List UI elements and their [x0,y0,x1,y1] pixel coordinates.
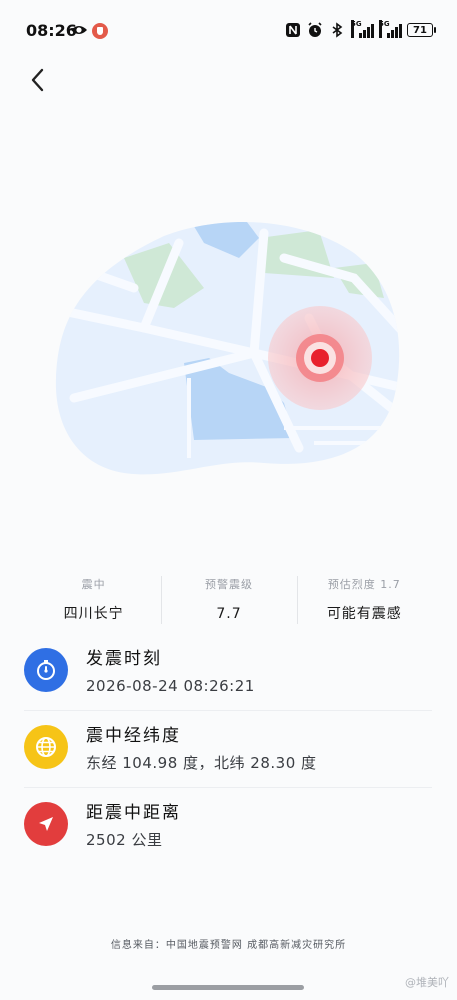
stopwatch-icon [24,648,68,692]
home-indicator[interactable] [152,985,304,990]
data-source: 信息来自：中国地震预警网 成都高新减灾研究所 [110,940,347,951]
list-item-coordinates: 震中经纬度 东经 104.98 度，北纬 28.30 度 [24,711,432,788]
chevron-left-icon [31,68,44,92]
quake-summary: 震中 四川长宁 预警震级 7.7 预估烈度 1.7 可能有震感 [26,576,432,626]
battery-icon: 71 [407,23,436,37]
magnitude-label: 预警震级 [204,578,253,591]
shield-icon [92,23,108,39]
intensity-col: 预估烈度 1.7 可能有震感 [296,576,432,626]
status-bar: 08:26 5G 5G 71 [0,0,457,60]
signal-icon-2: 5G [379,20,402,38]
nfc-icon [286,23,300,37]
epicenter-label: 震中 [81,578,106,591]
epicenter-dot [311,349,329,367]
distance-title: 距震中距离 [86,803,181,823]
distance-value: 2502 公里 [86,831,163,849]
alarm-icon [308,22,322,37]
coordinates-title: 震中经纬度 [86,726,181,746]
eye-icon [71,26,87,34]
coordinates-value: 东经 104.98 度，北纬 28.30 度 [86,754,317,772]
globe-icon [24,725,68,769]
epicenter-value: 四川长宁 [63,606,124,622]
list-item-time: 发震时刻 2026-08-24 08:26:21 [24,634,432,711]
intensity-label: 预估烈度 1.7 [327,578,401,591]
list-item-distance: 距震中距离 2502 公里 [24,788,432,865]
navigation-icon [24,802,68,846]
time-value: 2026-08-24 08:26:21 [86,677,255,695]
time-title: 发震时刻 [86,649,162,669]
status-icons: 5G 5G 71 [285,20,436,38]
detail-list: 发震时刻 2026-08-24 08:26:21 震中经纬度 东经 104.98… [24,634,432,865]
epicenter-map [55,221,400,475]
intensity-value: 可能有震感 [326,606,402,622]
signal-icon: 5G [351,20,374,38]
magnitude-col: 预警震级 7.7 [161,576,296,626]
bluetooth-icon [332,22,343,38]
watermark: @堆美吖 [405,976,449,989]
magnitude-value: 7.7 [216,606,242,622]
back-button[interactable] [22,64,54,96]
epicenter-col: 震中 四川长宁 [26,576,161,626]
